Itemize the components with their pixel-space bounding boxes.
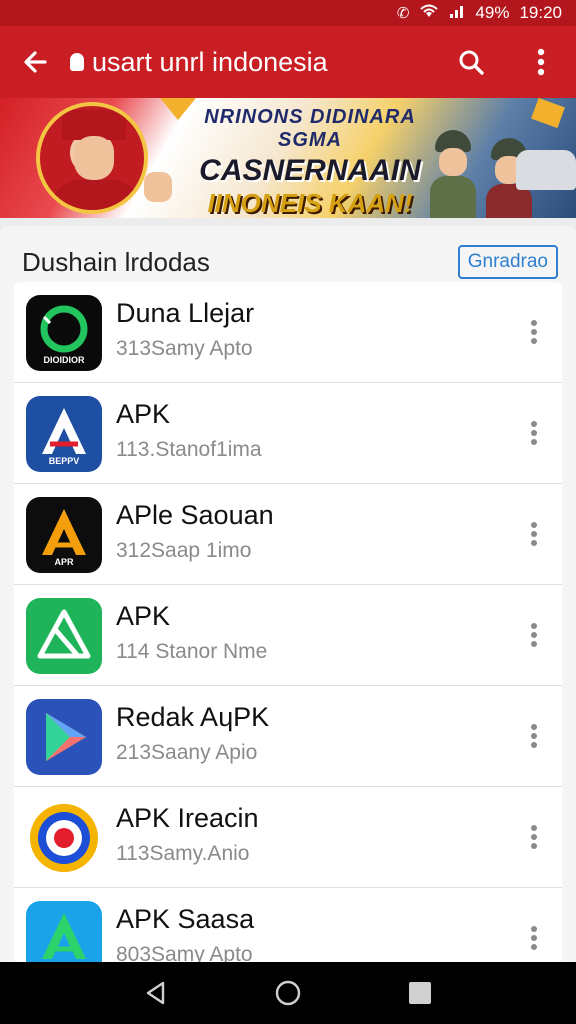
app-name: APK bbox=[116, 601, 171, 631]
app-list-item[interactable]: DIOIDIOR Duna Llejar 313Samy Apto bbox=[14, 282, 562, 383]
soldier-body-shape bbox=[430, 176, 476, 218]
overflow-menu-button[interactable] bbox=[506, 26, 576, 98]
banner-portrait bbox=[36, 102, 148, 214]
more-vertical-icon bbox=[531, 623, 537, 647]
app-text-block: APle Saouan 312Saap 1imo bbox=[116, 500, 274, 563]
app-list-item[interactable]: BEPPV APK 113.Stanof1ima bbox=[14, 383, 562, 484]
app-icon-caption: DIOIDIOR bbox=[43, 355, 85, 365]
more-vertical-icon bbox=[537, 48, 545, 76]
app-meta: 114 Stanor Nme bbox=[116, 640, 268, 663]
status-bar: ✆ 49% 19:20 bbox=[0, 0, 576, 26]
banner-badge-shape bbox=[531, 98, 565, 129]
app-overflow-button[interactable] bbox=[514, 302, 554, 362]
app-bar-title-wrap: usart unrl indonesia bbox=[70, 47, 436, 78]
app-name: APK bbox=[116, 399, 171, 429]
app-text-block: APK 114 Stanor Nme bbox=[116, 601, 267, 664]
app-icon-badge-emblem-icon bbox=[26, 800, 102, 876]
more-vertical-icon bbox=[531, 421, 537, 445]
app-meta: 113Samy.Anio bbox=[116, 842, 250, 865]
soldier-face-shape bbox=[439, 148, 467, 176]
banner-body-shape bbox=[50, 180, 142, 210]
app-icon-apk-a-icon: APR bbox=[26, 497, 102, 573]
app-text-block: Redak AɥPK 213Saany Apio bbox=[116, 702, 269, 765]
more-vertical-icon bbox=[531, 320, 537, 344]
app-text-block: APK 113.Stanof1ima bbox=[116, 399, 262, 462]
nav-recents-button[interactable] bbox=[390, 962, 450, 1024]
app-icon-caption: APR bbox=[54, 557, 74, 567]
app-icon-ring-icon: DIOIDIOR bbox=[26, 295, 102, 371]
nav-back-button[interactable] bbox=[126, 962, 186, 1024]
page-title: usart unrl indonesia bbox=[92, 46, 328, 77]
app-icon-apk-outline-icon bbox=[26, 598, 102, 674]
location-pin-icon bbox=[70, 53, 84, 71]
app-overflow-button[interactable] bbox=[514, 706, 554, 766]
app-list-item[interactable]: APK Ireacin 113Samy.Anio bbox=[14, 787, 562, 888]
app-icon-caption: BEPPV bbox=[48, 456, 80, 466]
app-meta: 803Samy Apto bbox=[116, 943, 253, 964]
app-meta: 213Saany Apio bbox=[116, 741, 258, 764]
app-text-block: Duna Llejar 313Samy Apto bbox=[116, 298, 254, 361]
app-meta: 312Saap 1imo bbox=[116, 539, 252, 562]
section-header: Dushain lrdodas Gnradrao bbox=[0, 236, 576, 288]
search-icon bbox=[459, 50, 484, 75]
arrow-left-icon bbox=[24, 51, 47, 73]
app-name: APK Ireacin bbox=[116, 803, 259, 833]
more-vertical-icon bbox=[531, 926, 537, 950]
banner-line-3: IINONEIS KAAN! bbox=[207, 188, 413, 218]
app-icon-apk-a-icon: BEPPV bbox=[26, 396, 102, 472]
section-title: Dushain lrdodas bbox=[22, 246, 210, 277]
banner-line-2: CASNERNAAIN bbox=[199, 154, 421, 187]
more-vertical-icon bbox=[531, 825, 537, 849]
app-list-item[interactable]: Redak AɥPK 213Saany Apio bbox=[14, 686, 562, 787]
app-list-section: Dushain lrdodas Gnradrao DIOIDIOR Duna Ll… bbox=[0, 226, 576, 964]
app-list-item[interactable]: APK Saasa 803Samy Apto bbox=[14, 888, 562, 964]
circle-home-icon bbox=[275, 980, 301, 1006]
system-nav-bar bbox=[0, 962, 576, 1024]
wifi-icon bbox=[418, 3, 440, 23]
square-recents-icon bbox=[409, 982, 431, 1004]
thumbs-up-icon bbox=[144, 172, 172, 202]
app-text-block: APK Saasa 803Samy Apto bbox=[116, 904, 254, 964]
app-meta: 113.Stanof1ima bbox=[116, 438, 262, 461]
nfc-icon: ✆ bbox=[396, 5, 410, 22]
app-list-item[interactable]: APK 114 Stanor Nme bbox=[14, 585, 562, 686]
app-meta: 313Samy Apto bbox=[116, 337, 253, 360]
app-icon-play-icon bbox=[26, 699, 102, 775]
search-button[interactable] bbox=[436, 26, 506, 98]
status-time: 19:20 bbox=[519, 3, 562, 22]
app-overflow-button[interactable] bbox=[514, 908, 554, 964]
app-overflow-button[interactable] bbox=[514, 807, 554, 867]
more-vertical-icon bbox=[531, 724, 537, 748]
promo-banner[interactable]: NRINONS DIDINARA SGMA CASNERNAAIN IINONE… bbox=[0, 98, 576, 218]
banner-face-shape bbox=[74, 136, 114, 180]
app-icon-apk-a-icon bbox=[26, 901, 102, 964]
app-text-block: APK Ireacin 113Samy.Anio bbox=[116, 803, 259, 866]
app-bar: usart unrl indonesia bbox=[0, 26, 576, 98]
app-name: Redak AɥPK bbox=[116, 702, 270, 732]
status-icons: ✆ bbox=[397, 3, 466, 23]
app-overflow-button[interactable] bbox=[514, 605, 554, 665]
banner-line-1: NRINONS DIDINARA SGMA bbox=[204, 106, 416, 151]
app-screen: ✆ 49% 19:20 usart unrl indonesia NRINONS… bbox=[0, 0, 576, 1024]
battery-percent: 49% bbox=[475, 3, 510, 22]
nav-home-button[interactable] bbox=[258, 962, 318, 1024]
app-name: Duna Llejar bbox=[116, 298, 255, 328]
more-vertical-icon bbox=[531, 522, 537, 546]
back-button[interactable] bbox=[0, 26, 70, 98]
app-name: APK Saasa bbox=[116, 904, 255, 934]
app-overflow-button[interactable] bbox=[514, 403, 554, 463]
app-name: APle Saouan bbox=[116, 500, 274, 530]
banner-soldier-figure bbox=[430, 130, 476, 218]
app-list-item[interactable]: APR APle Saouan 312Saap 1imo bbox=[14, 484, 562, 585]
banner-car-shape bbox=[516, 150, 576, 190]
signal-icon bbox=[449, 3, 465, 23]
banner-headline: NRINONS DIDINARA SGMA CASNERNAAIN IINONE… bbox=[180, 106, 440, 218]
app-overflow-button[interactable] bbox=[514, 504, 554, 564]
app-bar-actions bbox=[436, 26, 576, 98]
section-action-button[interactable]: Gnradrao bbox=[457, 245, 558, 279]
app-list: DIOIDIOR Duna Llejar 313Samy Apto BEPPV APK 1… bbox=[14, 282, 562, 964]
triangle-back-icon bbox=[146, 981, 165, 1005]
